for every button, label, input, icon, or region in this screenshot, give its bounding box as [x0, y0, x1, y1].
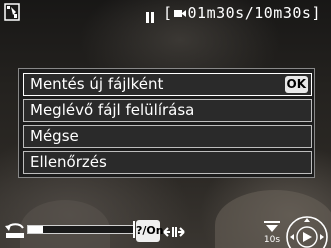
- menu-item-cancel[interactable]: Mégse: [23, 125, 312, 148]
- menu-item-label: Meglévő fájl felülírása: [30, 101, 195, 119]
- playback-controls: ?/On 10s: [0, 214, 331, 248]
- end-point-marker: [133, 221, 135, 238]
- menu-item-overwrite[interactable]: Meglévő fájl felülírása: [23, 99, 312, 122]
- elapsed-time: 01m30s: [187, 4, 245, 22]
- skip-10s-control[interactable]: 10s: [262, 218, 282, 248]
- menu-item-label: Ellenőrzés: [30, 153, 107, 171]
- menu-item-preview[interactable]: Ellenőrzés: [23, 151, 312, 174]
- movie-timer: [01m30s/10m30s]: [163, 4, 321, 22]
- edit-button[interactable]: ?/On: [136, 220, 164, 242]
- skip-10s-icon: [264, 221, 280, 232]
- movie-camera-icon: [173, 10, 186, 17]
- rewind-icon[interactable]: [4, 222, 26, 240]
- menu-item-label: Mentés új fájlként: [30, 75, 164, 93]
- menu-item-save-as-new[interactable]: Mentés új fájlként OK: [23, 73, 312, 96]
- movie-edit-icon: [4, 3, 20, 21]
- ok-button-badge: OK: [284, 76, 308, 93]
- skip-10s-label: 10s: [263, 235, 281, 245]
- top-status-bar: [01m30s/10m30s]: [0, 0, 331, 26]
- menu-item-label: Mégse: [30, 127, 79, 145]
- total-time: 10m30s: [254, 4, 312, 22]
- progress-fill: [28, 226, 43, 233]
- trim-icon[interactable]: [162, 224, 186, 240]
- multi-selector-icon[interactable]: [285, 215, 329, 248]
- playback-progress-bar[interactable]: [27, 221, 135, 238]
- save-options-dialog: Mentés új fájlként OK Meglévő fájl felül…: [18, 68, 315, 178]
- time-separator: /: [244, 4, 255, 22]
- pause-icon: [146, 8, 156, 23]
